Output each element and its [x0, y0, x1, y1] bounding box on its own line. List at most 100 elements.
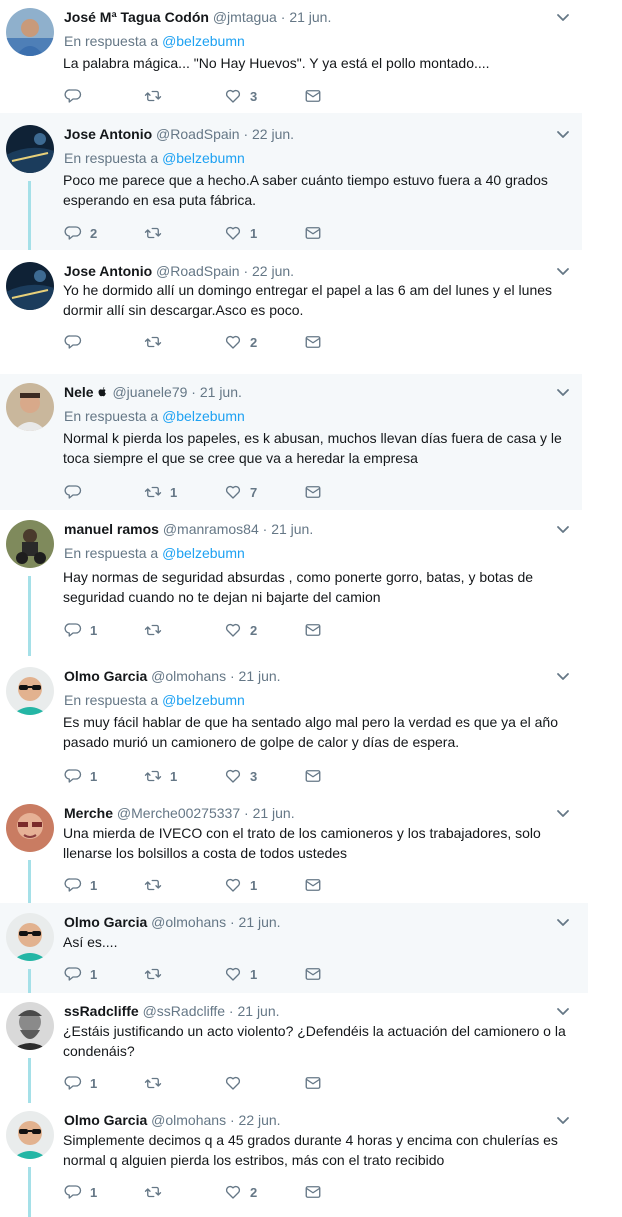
direct-message-button[interactable] — [304, 767, 322, 785]
author-name[interactable]: ssRadcliffe — [64, 1003, 139, 1019]
retweet-button[interactable] — [144, 224, 162, 242]
tweet-date[interactable]: 22 jun. — [252, 263, 294, 279]
direct-message-button[interactable] — [304, 483, 322, 501]
author-name[interactable]: Nele — [64, 384, 97, 400]
direct-message-button[interactable] — [304, 224, 322, 242]
author-handle[interactable]: @juanele79 — [112, 384, 187, 400]
chevron-down-icon[interactable] — [556, 267, 570, 277]
tweet[interactable]: Olmo Garcia @olmohans · 21 jun. En respue… — [0, 656, 582, 796]
tweet-date[interactable]: 21 jun. — [239, 668, 281, 684]
direct-message-button[interactable] — [304, 965, 322, 983]
reply-button[interactable] — [64, 483, 82, 501]
avatar[interactable] — [6, 1002, 54, 1050]
like-button[interactable]: 2 — [224, 621, 257, 639]
mention-link[interactable]: @belzebumn — [162, 692, 245, 708]
reply-button[interactable]: 1 — [64, 1074, 97, 1092]
avatar[interactable] — [6, 1111, 54, 1159]
reply-button[interactable]: 1 — [64, 767, 97, 785]
tweet-date[interactable]: 22 jun. — [252, 126, 294, 142]
tweet-date[interactable]: 21 jun. — [271, 521, 313, 537]
avatar[interactable] — [6, 125, 54, 173]
author-name[interactable]: manuel ramos — [64, 521, 159, 537]
chevron-down-icon[interactable] — [556, 1007, 570, 1017]
chevron-down-icon[interactable] — [556, 13, 570, 23]
tweet[interactable]: José Mª Tagua Codón @jmtagua · 21 jun. En… — [0, 0, 582, 113]
author-name[interactable]: Olmo Garcia — [64, 668, 147, 684]
reply-button[interactable] — [64, 333, 82, 351]
tweet-date[interactable]: 21 jun. — [253, 805, 295, 821]
tweet[interactable]: ssRadcliffe @ssRadcliffe · 21 jun. ¿Estái… — [0, 993, 582, 1103]
mention-link[interactable]: @belzebumn — [162, 150, 245, 166]
author-handle[interactable]: @RoadSpain — [156, 126, 240, 142]
author-name[interactable]: Olmo Garcia — [64, 1112, 147, 1128]
retweet-button[interactable]: 1 — [144, 767, 177, 785]
tweet-date[interactable]: 22 jun. — [239, 1112, 281, 1128]
retweet-button[interactable] — [144, 87, 162, 105]
avatar[interactable] — [6, 804, 54, 852]
author-handle[interactable]: @olmohans — [151, 668, 226, 684]
chevron-down-icon[interactable] — [556, 130, 570, 140]
author-handle[interactable]: @ssRadcliffe — [143, 1003, 225, 1019]
author-handle[interactable]: @manramos84 — [163, 521, 259, 537]
chevron-down-icon[interactable] — [556, 809, 570, 819]
avatar[interactable] — [6, 8, 54, 56]
tweet-date[interactable]: 21 jun. — [237, 1003, 279, 1019]
chevron-down-icon[interactable] — [556, 918, 570, 928]
direct-message-button[interactable] — [304, 1183, 322, 1201]
avatar[interactable] — [6, 913, 54, 961]
retweet-button[interactable] — [144, 1074, 162, 1092]
chevron-down-icon[interactable] — [556, 672, 570, 682]
author-handle[interactable]: @Merche00275337 — [117, 805, 240, 821]
tweet[interactable]: Jose Antonio @RoadSpain · 22 jun. En resp… — [0, 113, 582, 250]
author-name[interactable]: Olmo Garcia — [64, 914, 147, 930]
retweet-button[interactable] — [144, 965, 162, 983]
author-handle[interactable]: @jmtagua — [213, 9, 277, 25]
author-handle[interactable]: @olmohans — [151, 1112, 226, 1128]
like-button[interactable]: 3 — [224, 87, 257, 105]
tweet-date[interactable]: 21 jun. — [289, 9, 331, 25]
like-button[interactable]: 2 — [224, 333, 257, 351]
tweet[interactable]: Merche @Merche00275337 · 21 jun. Una mier… — [0, 796, 582, 903]
reply-button[interactable] — [64, 87, 82, 105]
direct-message-button[interactable] — [304, 87, 322, 105]
direct-message-button[interactable] — [304, 876, 322, 894]
mention-link[interactable]: @belzebumn — [162, 545, 245, 561]
mention-link[interactable]: @belzebumn — [162, 33, 245, 49]
avatar[interactable] — [6, 383, 54, 431]
retweet-button[interactable] — [144, 621, 162, 639]
author-handle[interactable]: @olmohans — [151, 914, 226, 930]
chevron-down-icon[interactable] — [556, 1116, 570, 1126]
author-name[interactable]: Jose Antonio — [64, 263, 152, 279]
avatar[interactable] — [6, 262, 54, 310]
avatar[interactable] — [6, 520, 54, 568]
mention-link[interactable]: @belzebumn — [162, 408, 245, 424]
reply-button[interactable]: 1 — [64, 621, 97, 639]
reply-button[interactable]: 1 — [64, 1183, 97, 1201]
reply-button[interactable]: 1 — [64, 876, 97, 894]
retweet-button[interactable] — [144, 1183, 162, 1201]
tweet[interactable]: Olmo Garcia @olmohans · 21 jun. Así es...… — [0, 903, 588, 993]
chevron-down-icon[interactable] — [556, 388, 570, 398]
like-button[interactable]: 1 — [224, 876, 257, 894]
direct-message-button[interactable] — [304, 1074, 322, 1092]
tweet[interactable]: Jose Antonio @RoadSpain · 22 jun. Yo he d… — [0, 250, 582, 374]
like-button[interactable] — [224, 1074, 242, 1092]
tweet-date[interactable]: 21 jun. — [200, 384, 242, 400]
retweet-button[interactable] — [144, 876, 162, 894]
like-button[interactable]: 3 — [224, 767, 257, 785]
retweet-button[interactable] — [144, 333, 162, 351]
reply-button[interactable]: 2 — [64, 224, 97, 242]
author-handle[interactable]: @RoadSpain — [156, 263, 240, 279]
direct-message-button[interactable] — [304, 333, 322, 351]
reply-button[interactable]: 1 — [64, 965, 97, 983]
tweet[interactable]: Nele @juanele79 · 21 jun. En respuesta a … — [0, 374, 582, 510]
avatar[interactable] — [6, 667, 54, 715]
author-name[interactable]: José Mª Tagua Codón — [64, 9, 209, 25]
like-button[interactable]: 1 — [224, 224, 257, 242]
direct-message-button[interactable] — [304, 621, 322, 639]
chevron-down-icon[interactable] — [556, 525, 570, 535]
tweet[interactable]: Olmo Garcia @olmohans · 22 jun. Simplemen… — [0, 1103, 582, 1217]
author-name[interactable]: Jose Antonio — [64, 126, 152, 142]
like-button[interactable]: 2 — [224, 1183, 257, 1201]
tweet[interactable]: manuel ramos @manramos84 · 21 jun. En res… — [0, 510, 582, 656]
